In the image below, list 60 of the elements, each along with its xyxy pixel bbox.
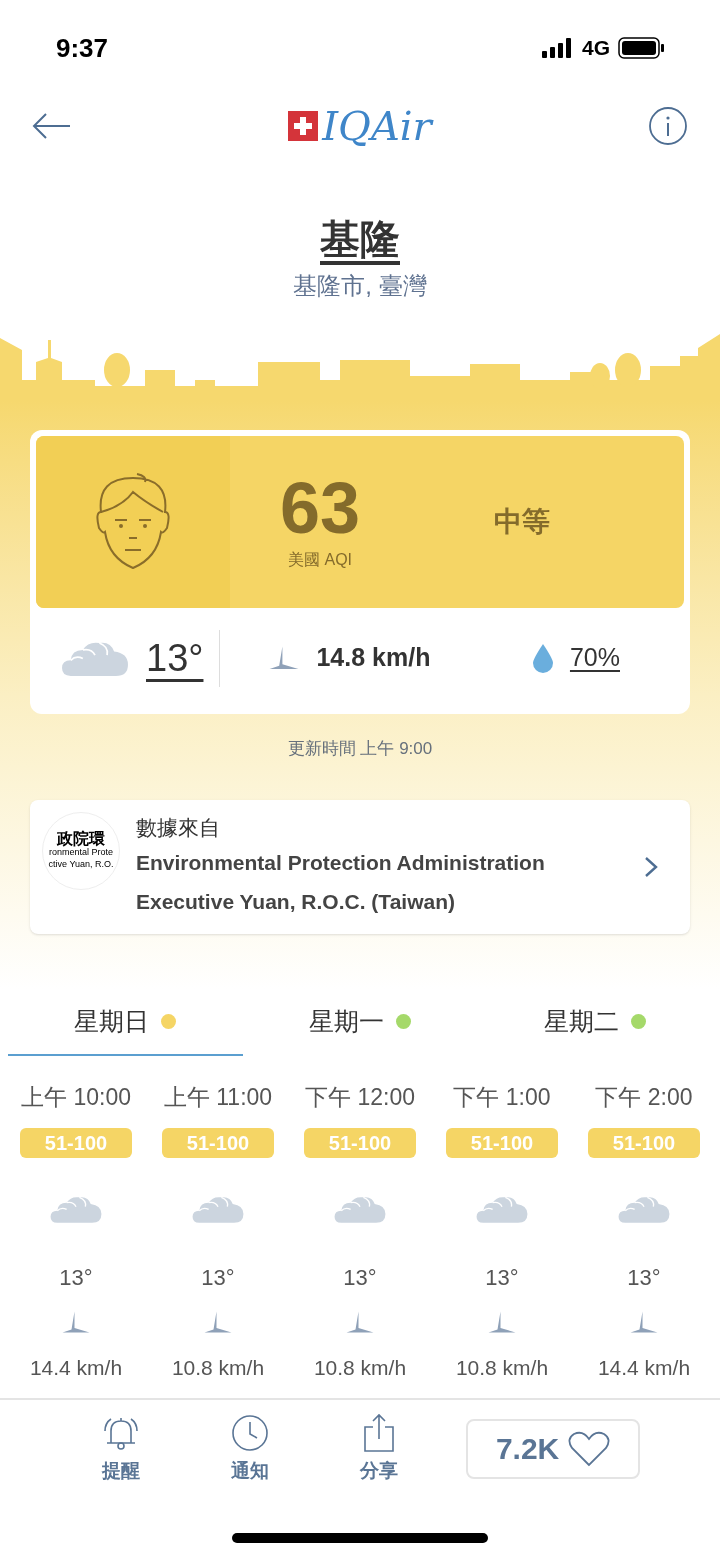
aqi-range: 51-100 — [588, 1128, 700, 1158]
wind-speed: 14.8 km/h — [316, 642, 431, 674]
forecast-temperature: 13° — [627, 1264, 661, 1293]
face-icon — [93, 472, 173, 572]
forecast-temperature: 13° — [59, 1264, 93, 1293]
like-button[interactable]: 7.2K — [465, 1418, 640, 1479]
brand-name: IQAir — [322, 106, 432, 146]
aqi-level: 中等 — [494, 505, 551, 539]
battery-icon — [618, 37, 664, 59]
temperature: 13° — [146, 635, 204, 681]
toolbar-button[interactable]: 通知 — [208, 1412, 292, 1486]
agency-logo-text: 政院環 — [57, 831, 105, 848]
humidity: 70% — [569, 642, 620, 674]
forecast-time: 下午 1:00 — [453, 1082, 551, 1112]
back-arrow-icon[interactable] — [32, 113, 72, 139]
forecast-temperature: 13° — [485, 1264, 519, 1293]
info-icon[interactable] — [648, 106, 688, 146]
source-name: Environmental Protection Administration Executive Yuan, R.O.C. (Taiwan) — [136, 850, 546, 916]
data-source-card[interactable]: 政院環 ronmental Prote ctive Yuan, R.O. 數據來自 Environmental Protection Administration Executive Yuan, R.O.C. (Taiwan) — [30, 799, 690, 934]
forecast-wind-speed: 10.8 km/h — [171, 1355, 265, 1382]
signal-icon — [542, 38, 574, 58]
day-tab[interactable]: 星期一 — [242, 989, 478, 1056]
status-time: 9:37 — [56, 31, 109, 65]
swiss-cross-icon — [288, 111, 319, 141]
aqi-range: 51-100 — [446, 1128, 558, 1158]
wind-direction-icon — [345, 1310, 375, 1335]
aqi-range: 51-100 — [20, 1128, 132, 1158]
forecast-time: 下午 12:00 — [305, 1082, 415, 1112]
source-label: 數據來自 — [136, 814, 221, 841]
forecast-time: 下午 2:00 — [595, 1082, 693, 1112]
wind-direction-icon — [61, 1310, 91, 1335]
update-time: 更新時間 上午 9:00 — [287, 738, 433, 760]
forecast-temperature: 13° — [343, 1264, 377, 1293]
day-tab[interactable]: 星期日 — [8, 989, 243, 1056]
toolbar-button[interactable]: 分享 — [337, 1412, 420, 1486]
wind-direction-icon — [629, 1310, 659, 1335]
agency-logo-text: ctive Yuan, R.O. — [48, 858, 114, 870]
forecast-wind-speed: 14.4 km/h — [597, 1355, 691, 1382]
forecast-wind-speed: 14.4 km/h — [29, 1355, 123, 1382]
toolbar-button[interactable]: 提醒 — [80, 1412, 163, 1486]
forecast-time: 上午 10:00 — [21, 1082, 131, 1112]
forecast-time: 上午 11:00 — [163, 1082, 273, 1112]
heart-icon — [568, 1430, 610, 1467]
water-drop-icon — [531, 643, 554, 673]
aqi-value: 63 — [280, 472, 361, 544]
network-label: 4G — [582, 35, 610, 62]
chevron-right-icon — [644, 855, 658, 878]
wind-direction-icon — [487, 1310, 517, 1335]
forecast-wind-speed: 10.8 km/h — [313, 1355, 407, 1382]
wind-direction-icon — [203, 1310, 233, 1335]
aqi-unit: 美國 AQI — [288, 550, 353, 570]
clock-icon — [229, 1412, 270, 1453]
forecast-temperature: 13° — [201, 1264, 235, 1293]
agency-logo-text: ronmental Prote — [48, 847, 113, 859]
day-tab[interactable]: 星期二 — [477, 989, 712, 1056]
city-region: 基隆市, 臺灣 — [293, 271, 427, 301]
city-name: 基隆 — [320, 216, 400, 263]
forecast-wind-speed: 10.8 km/h — [455, 1355, 549, 1382]
aqi-range: 51-100 — [304, 1128, 416, 1158]
aqi-range: 51-100 — [162, 1128, 274, 1158]
